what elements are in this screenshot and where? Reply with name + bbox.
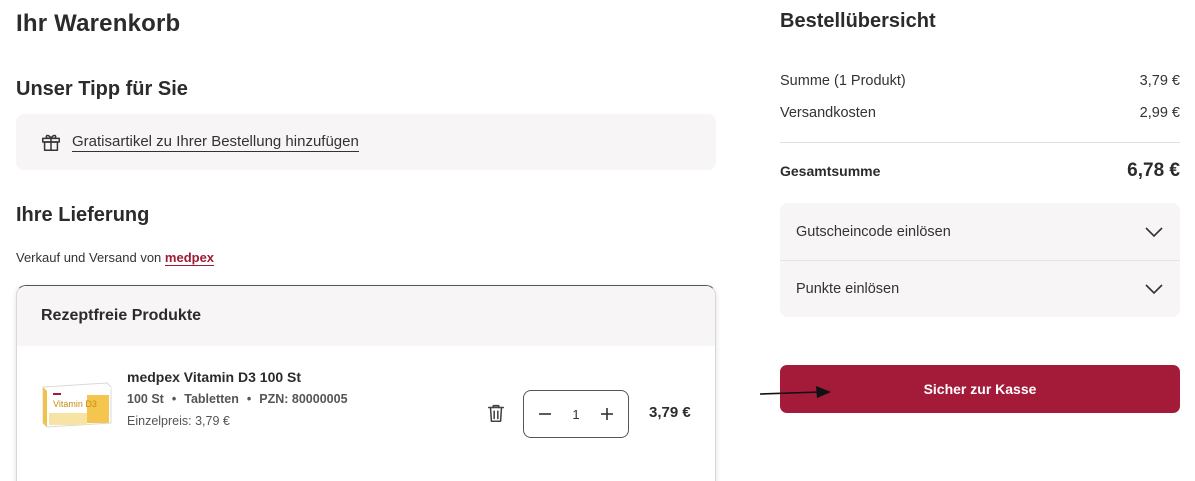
product-amount: 100 St — [127, 392, 164, 406]
coupon-label: Gutscheincode einlösen — [796, 223, 951, 240]
gift-link[interactable]: Gratisartikel zu Ihrer Bestellung hinzuf… — [72, 133, 359, 152]
shipping-value: 2,99 € — [1139, 105, 1180, 121]
points-toggle[interactable]: Punkte einlösen — [780, 260, 1180, 317]
section-title: Rezeptfreie Produkte — [17, 286, 715, 346]
meta-separator: • — [246, 392, 252, 406]
line-price: 3,79 € — [649, 404, 691, 421]
shipping-row: Versandkosten 2,99 € — [780, 105, 1180, 121]
coupon-toggle[interactable]: Gutscheincode einlösen — [780, 203, 1180, 260]
product-meta: 100 St • Tabletten • PZN: 80000005 — [127, 392, 348, 406]
gift-panel: Gratisartikel zu Ihrer Bestellung hinzuf… — [16, 114, 716, 170]
arrow-icon — [760, 386, 831, 398]
meta-separator: • — [171, 392, 177, 406]
product-card: Rezeptfreie Produkte Vitamin D3 medpex V… — [16, 285, 716, 481]
seller-prefix: Verkauf und Versand von — [16, 250, 162, 265]
seller-link[interactable]: medpex — [164, 250, 215, 266]
summary-divider — [780, 142, 1180, 143]
subtotal-label: Summe (1 Produkt) — [780, 73, 906, 89]
unit-price: Einzelpreis: 3,79 € — [127, 414, 230, 428]
tip-heading: Unser Tipp für Sie — [16, 78, 188, 100]
subtotal-row: Summe (1 Produkt) 3,79 € — [780, 73, 1180, 89]
product-image-label: Vitamin D3 — [53, 399, 97, 409]
trash-icon[interactable] — [485, 402, 507, 424]
seller-info: Verkauf und Versand von medpex — [16, 250, 215, 266]
page-title: Ihr Warenkorb — [16, 10, 181, 37]
product-pzn: PZN: 80000005 — [259, 392, 348, 406]
total-row: Gesamtsumme 6,78 € — [780, 160, 1180, 182]
plus-icon — [600, 408, 613, 420]
gift-icon — [42, 134, 60, 151]
chevron-down-icon — [1145, 226, 1163, 237]
redeem-accordion: Gutscheincode einlösen Punkte einlösen — [780, 203, 1180, 317]
product-form: Tabletten — [184, 392, 239, 406]
product-name[interactable]: medpex Vitamin D3 100 St — [127, 369, 301, 385]
quantity-value[interactable]: 1 — [572, 407, 579, 422]
increase-button[interactable] — [596, 403, 618, 425]
checkout-button[interactable]: Sicher zur Kasse — [780, 365, 1180, 413]
decrease-button[interactable] — [534, 403, 556, 425]
quantity-stepper: 1 — [523, 390, 629, 438]
chevron-down-icon — [1145, 284, 1163, 295]
total-label: Gesamtsumme — [780, 163, 881, 179]
shipping-label: Versandkosten — [780, 105, 876, 121]
subtotal-value: 3,79 € — [1139, 73, 1180, 89]
delivery-heading: Ihre Lieferung — [16, 204, 150, 226]
product-image[interactable]: Vitamin D3 — [41, 379, 113, 429]
minus-icon — [539, 413, 551, 415]
total-value: 6,78 € — [1127, 160, 1180, 181]
summary-title: Bestellübersicht — [780, 10, 936, 32]
points-label: Punkte einlösen — [796, 281, 900, 297]
